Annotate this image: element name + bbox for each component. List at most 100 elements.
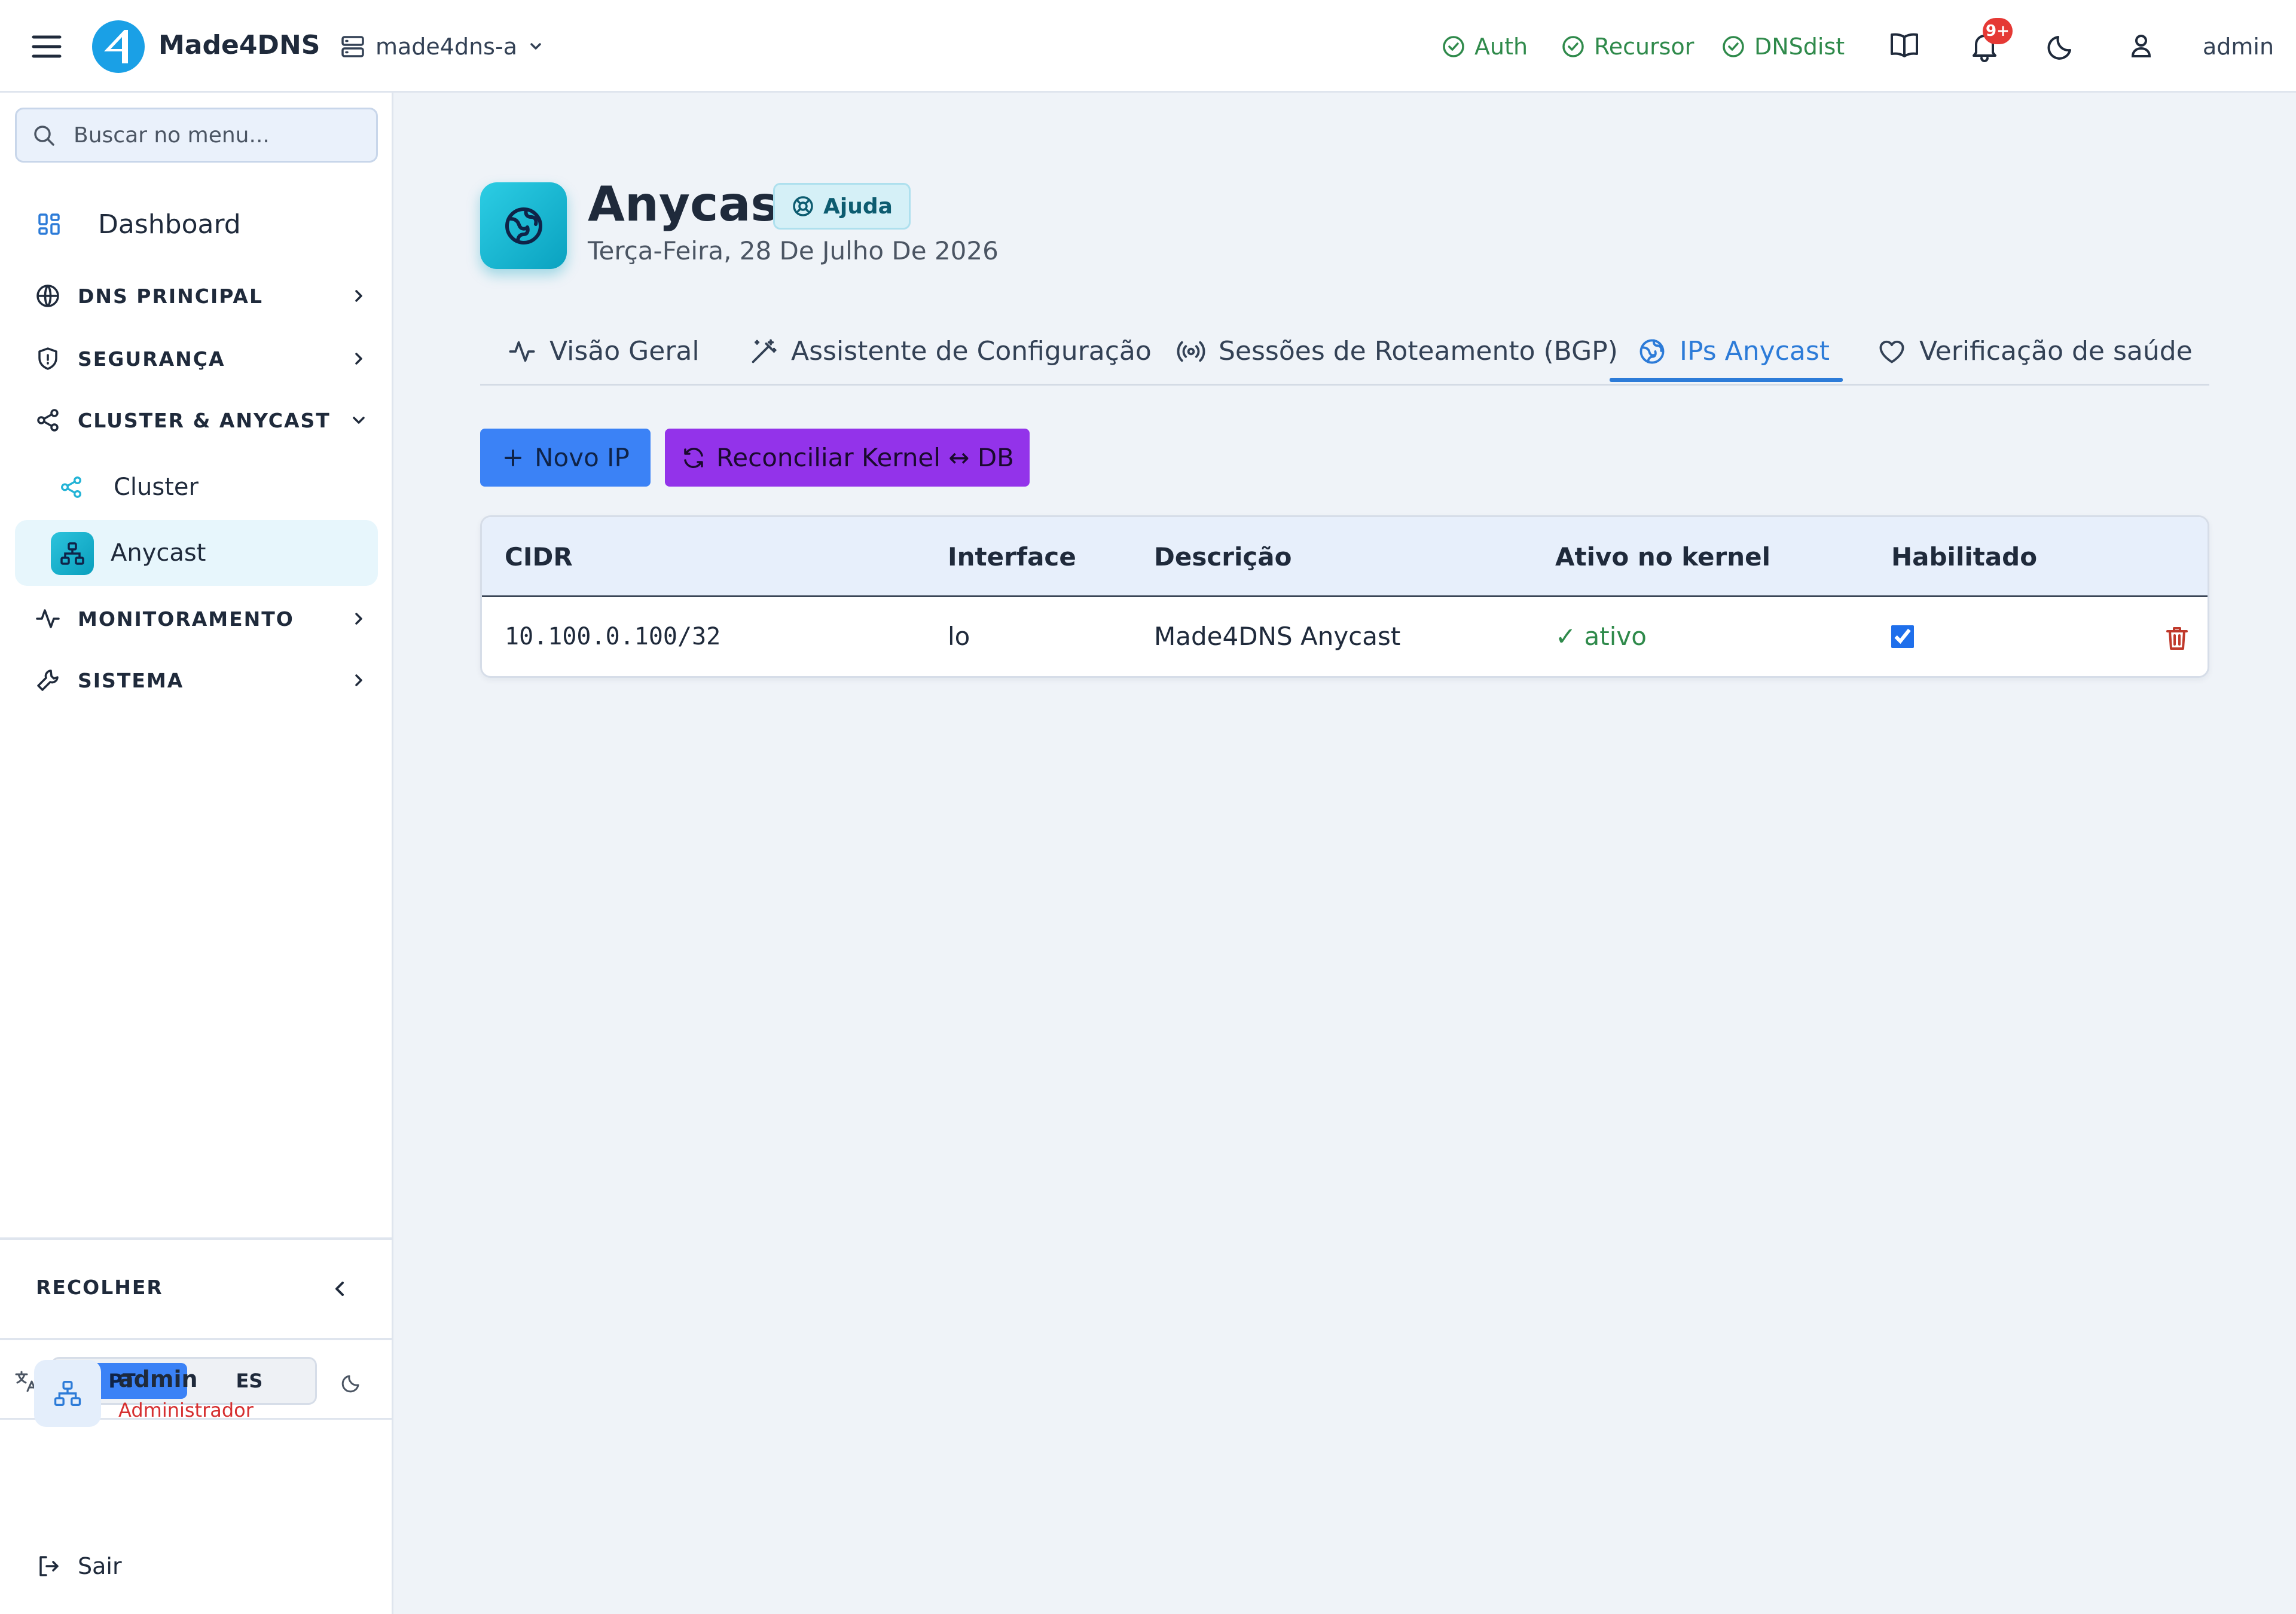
brand-logo-icon[interactable]: [91, 19, 146, 74]
heart-icon: [1877, 337, 1906, 366]
sidebar-section-label: CLUSTER & ANYCAST: [78, 408, 331, 432]
tab-verificacao-saude[interactable]: Verificação de saúde: [1877, 317, 2193, 386]
network-icon: [51, 532, 94, 575]
sidebar-section-label: DNS PRINCIPAL: [78, 284, 263, 308]
tab-assistente[interactable]: Assistente de Configuração: [749, 317, 1152, 386]
collapse-label: RECOLHER: [36, 1276, 163, 1299]
brand-name: Made4DNS: [158, 30, 320, 60]
status-label: Auth: [1474, 33, 1528, 60]
sidebar-item-dashboard[interactable]: Dashboard: [36, 200, 241, 248]
wrench-icon: [35, 667, 61, 693]
menu-icon[interactable]: [29, 29, 65, 65]
cell-cidr: 10.100.0.100/32: [505, 623, 721, 650]
chevron-right-icon: [348, 348, 370, 369]
chevron-right-icon: [348, 285, 370, 307]
status-dnsdist[interactable]: DNSdist: [1721, 26, 1845, 67]
column-header-ativo-kernel: Ativo no kernel: [1555, 542, 1770, 571]
shield-icon: [35, 346, 61, 372]
page-title: Anycast: [588, 176, 802, 232]
button-label: Reconciliar Kernel ↔ DB: [716, 443, 1014, 472]
help-label: Ajuda: [823, 194, 893, 219]
broadcast-icon: [1177, 337, 1205, 366]
sidebar-section-sistema[interactable]: SISTEMA: [35, 659, 370, 701]
trash-icon[interactable]: [2162, 623, 2192, 653]
logout-button[interactable]: Sair: [36, 1549, 122, 1583]
column-header-interface: Interface: [948, 542, 1076, 571]
button-label: Novo IP: [535, 443, 630, 472]
sidebar-item-label: Dashboard: [98, 209, 241, 240]
logout-label: Sair: [78, 1553, 122, 1579]
globe-icon: [1638, 337, 1666, 366]
status-auth[interactable]: Auth: [1441, 26, 1528, 67]
tab-label: IPs Anycast: [1680, 336, 1830, 366]
chevron-down-icon: [348, 409, 370, 431]
sidebar-section-label: SEGURANÇA: [78, 347, 225, 371]
tab-bar: Visão Geral Assistente de Configuração S…: [480, 317, 2209, 386]
status-label: DNSdist: [1754, 33, 1845, 60]
server-name: made4dns-a: [375, 33, 517, 60]
sidebar-item-label: Cluster: [114, 473, 199, 501]
status-label: Recursor: [1594, 33, 1694, 60]
status-recursor[interactable]: Recursor: [1561, 26, 1694, 67]
check-circle-icon: [1441, 34, 1466, 59]
top-header: Made4DNS made4dns-a Auth Recursor DNSdis…: [0, 0, 2296, 93]
share-icon: [59, 475, 84, 500]
lifebuoy-icon: [791, 194, 815, 218]
tab-label: Assistente de Configuração: [791, 336, 1152, 366]
sidebar: Dashboard DNS PRINCIPAL SEGURANÇA CLUSTE…: [0, 93, 393, 1614]
anycast-ips-table: CIDR Interface Descrição Ativo no kernel…: [480, 515, 2209, 678]
sidebar-section-label: MONITORAMENTO: [78, 607, 294, 631]
sidebar-item-label: Anycast: [111, 539, 206, 567]
search-input[interactable]: [74, 109, 367, 161]
help-button[interactable]: Ajuda: [773, 183, 911, 230]
reconcile-kernel-db-button[interactable]: Reconciliar Kernel ↔ DB: [665, 429, 1030, 487]
chevron-down-icon: [527, 38, 545, 56]
logout-icon: [36, 1554, 61, 1579]
notification-badge: 9+: [1983, 18, 2013, 44]
tab-label: Visão Geral: [549, 336, 700, 366]
server-selector[interactable]: made4dns-a: [340, 26, 545, 67]
header-username[interactable]: admin: [2203, 26, 2274, 67]
tab-label: Verificação de saúde: [1919, 336, 2193, 366]
dashboard-icon: [36, 211, 62, 237]
table-header: CIDR Interface Descrição Ativo no kernel…: [482, 517, 2208, 597]
moon-icon[interactable]: [340, 1370, 365, 1395]
tab-sessoes-bgp[interactable]: Sessões de Roteamento (BGP): [1177, 317, 1618, 386]
chevron-right-icon: [348, 670, 370, 691]
sidebar-section-dns-principal[interactable]: DNS PRINCIPAL: [35, 275, 370, 317]
cell-interface: lo: [948, 622, 970, 651]
server-icon: [340, 33, 366, 60]
book-icon[interactable]: [1886, 27, 1923, 65]
sidebar-item-cluster[interactable]: Cluster: [59, 463, 199, 511]
user-role: Administrador: [118, 1399, 254, 1422]
tab-ips-anycast[interactable]: IPs Anycast: [1638, 317, 1830, 386]
sidebar-section-seguranca[interactable]: SEGURANÇA: [35, 338, 370, 380]
language-es-button[interactable]: ES: [184, 1363, 315, 1399]
chevron-left-icon: [328, 1277, 352, 1301]
wand-icon: [749, 337, 778, 366]
cell-descricao: Made4DNS Anycast: [1154, 622, 1401, 651]
menu-search[interactable]: [15, 108, 378, 163]
user-icon[interactable]: [2123, 27, 2160, 65]
avatar: [34, 1360, 101, 1427]
collapse-sidebar[interactable]: RECOLHER: [0, 1237, 392, 1340]
tab-visao-geral[interactable]: Visão Geral: [508, 317, 700, 386]
sidebar-item-anycast[interactable]: Anycast: [15, 520, 378, 586]
sidebar-section-monitoramento[interactable]: MONITORAMENTO: [35, 598, 370, 640]
sidebar-section-cluster-anycast[interactable]: CLUSTER & ANYCAST: [35, 399, 370, 441]
new-ip-button[interactable]: Novo IP: [480, 429, 651, 487]
globe-icon: [35, 283, 61, 309]
search-icon: [32, 124, 56, 148]
check-circle-icon: [1721, 34, 1746, 59]
moon-icon[interactable]: [2044, 27, 2081, 65]
check-circle-icon: [1561, 34, 1586, 59]
enabled-checkbox[interactable]: [1891, 625, 1914, 648]
tab-label: Sessões de Roteamento (BGP): [1219, 336, 1618, 366]
cell-ativo-kernel: ✓ ativo: [1555, 622, 1647, 651]
plus-icon: [501, 446, 525, 470]
page-date: Terça-Feira, 28 De Julho De 2026: [588, 236, 999, 265]
refresh-icon: [680, 445, 707, 471]
column-header-habilitado: Habilitado: [1891, 542, 2038, 571]
column-header-descricao: Descrição: [1154, 542, 1292, 571]
activity-icon: [508, 337, 536, 366]
